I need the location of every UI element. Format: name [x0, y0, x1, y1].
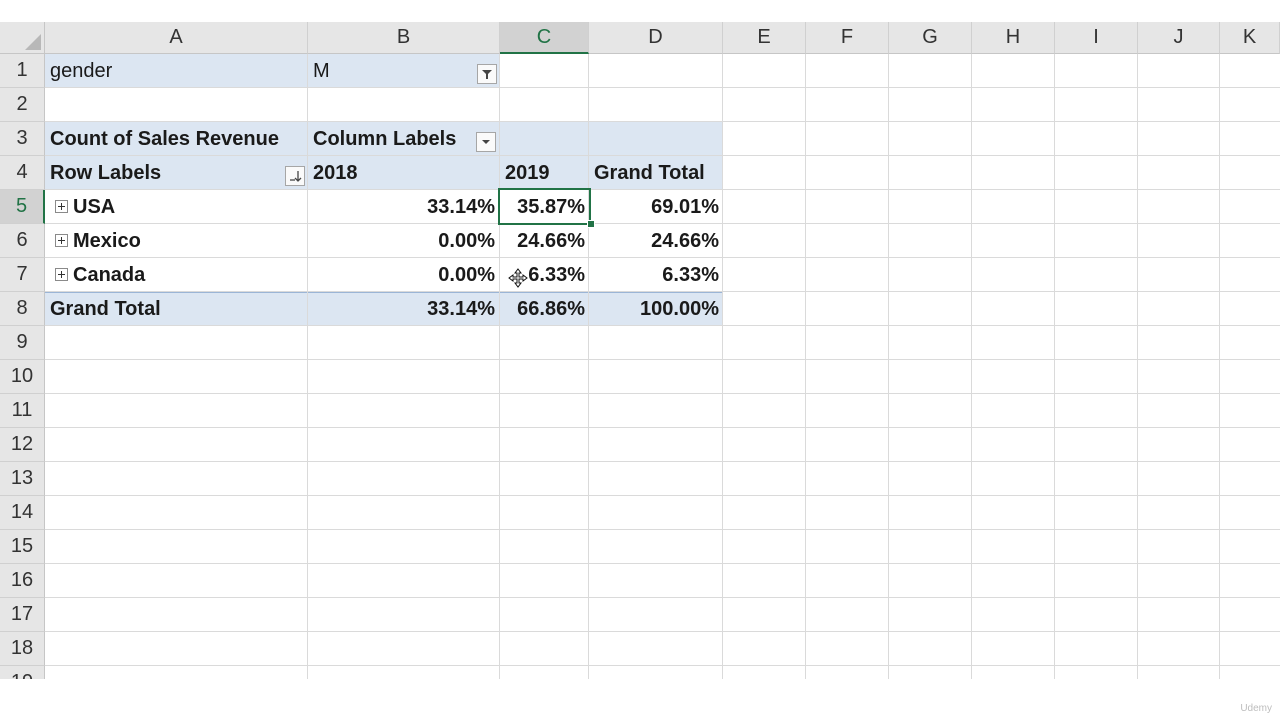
- cell-a6-row-label[interactable]: Mexico: [69, 224, 269, 258]
- cell-a8-grand-total-label[interactable]: Grand Total: [46, 292, 308, 326]
- cell-d6-value[interactable]: 24.66%: [589, 224, 723, 258]
- row-header-3[interactable]: 3: [0, 122, 45, 156]
- cell-d7-value[interactable]: 6.33%: [589, 258, 723, 292]
- row-header-17[interactable]: 17: [0, 598, 45, 632]
- column-header-c[interactable]: C: [500, 22, 589, 54]
- column-header-g[interactable]: G: [889, 22, 972, 54]
- gridline-row: [45, 393, 1280, 394]
- row-header-19[interactable]: 19: [0, 666, 45, 679]
- gridline-col: [722, 54, 723, 679]
- gridline-row: [45, 529, 1280, 530]
- bottom-strip: Udemy: [0, 679, 1280, 720]
- cell-b1-filter-value[interactable]: M: [309, 54, 459, 88]
- expand-plus-icon[interactable]: [55, 268, 68, 281]
- row-header-14[interactable]: 14: [0, 496, 45, 530]
- column-header-e[interactable]: E: [723, 22, 806, 54]
- filter-funnel-icon: [482, 70, 492, 79]
- cell-d4-grand-total-header[interactable]: Grand Total: [590, 156, 723, 190]
- gridline-col: [888, 54, 889, 679]
- column-header-bar: A B C D E F G H I J K: [45, 22, 1280, 54]
- gridline-row: [45, 597, 1280, 598]
- cell-c8-value[interactable]: 66.86%: [500, 292, 589, 326]
- cell-c4-2019-header[interactable]: 2019: [501, 156, 589, 190]
- gridline-col: [805, 54, 806, 679]
- top-strip: [0, 0, 1280, 22]
- report-filter-button[interactable]: [477, 64, 497, 84]
- row-header-2[interactable]: 2: [0, 88, 45, 122]
- select-all-triangle-icon: [25, 34, 41, 50]
- gridline-row: [45, 461, 1280, 462]
- cell-b3-column-labels[interactable]: Column Labels: [309, 122, 479, 156]
- gridline-col: [971, 54, 972, 679]
- row-labels-sort-button[interactable]: [285, 166, 305, 186]
- active-cell-selection: [498, 188, 591, 225]
- row-header-15[interactable]: 15: [0, 530, 45, 564]
- cell-a3-values-label[interactable]: Count of Sales Revenue: [46, 122, 308, 156]
- column-header-i[interactable]: I: [1055, 22, 1138, 54]
- row-header-16[interactable]: 16: [0, 564, 45, 598]
- column-labels-dropdown[interactable]: [476, 132, 496, 152]
- row-header-10[interactable]: 10: [0, 360, 45, 394]
- row-header-4[interactable]: 4: [0, 156, 45, 190]
- cell-area[interactable]: gender M Count of Sales Revenue Column L…: [45, 54, 1280, 679]
- expand-plus-icon[interactable]: [55, 234, 68, 247]
- row-header-8[interactable]: 8: [0, 292, 45, 326]
- expand-plus-icon[interactable]: [55, 200, 68, 213]
- cell-a5-row-label[interactable]: USA: [69, 190, 269, 224]
- cell-c6-value[interactable]: 24.66%: [500, 224, 589, 258]
- cell-a7-row-label[interactable]: Canada: [69, 258, 269, 292]
- column-header-f[interactable]: F: [806, 22, 889, 54]
- cell-d5-value[interactable]: 69.01%: [589, 190, 723, 224]
- row-header-9[interactable]: 9: [0, 326, 45, 360]
- gridline-col: [1219, 54, 1220, 679]
- cell-b5-value[interactable]: 33.14%: [308, 190, 499, 224]
- column-header-j[interactable]: J: [1138, 22, 1220, 54]
- cell-b4-2018-header[interactable]: 2018: [309, 156, 499, 190]
- gridline-row: [45, 427, 1280, 428]
- row-header-18[interactable]: 18: [0, 632, 45, 666]
- gridline-col: [1137, 54, 1138, 679]
- gridline-col: [588, 54, 589, 679]
- fill-handle[interactable]: [587, 220, 595, 228]
- column-header-k[interactable]: K: [1220, 22, 1280, 54]
- gridline-col: [499, 54, 500, 679]
- gridline-col: [1054, 54, 1055, 679]
- cell-a4-row-labels[interactable]: Row Labels: [46, 156, 276, 190]
- watermark-logo: Udemy: [1240, 703, 1272, 714]
- row-header-12[interactable]: 12: [0, 428, 45, 462]
- gridline-row: [45, 359, 1280, 360]
- row-header-13[interactable]: 13: [0, 462, 45, 496]
- column-header-a[interactable]: A: [45, 22, 308, 54]
- row-header-5[interactable]: 5: [0, 190, 45, 224]
- sort-icon: [290, 171, 302, 182]
- cell-b6-value[interactable]: 0.00%: [308, 224, 499, 258]
- row-header-1[interactable]: 1: [0, 54, 45, 88]
- column-header-h[interactable]: H: [972, 22, 1055, 54]
- cell-d8-value[interactable]: 100.00%: [589, 292, 723, 326]
- select-all-button[interactable]: [0, 22, 45, 54]
- dropdown-arrow-icon: [482, 140, 490, 144]
- spreadsheet-grid[interactable]: A B C D E F G H I J K 1 2 3 4 5 6 7 8 9 …: [0, 22, 1280, 679]
- row-header-7[interactable]: 7: [0, 258, 45, 292]
- gridline-row: [45, 563, 1280, 564]
- gridline-row: [45, 495, 1280, 496]
- row-header-11[interactable]: 11: [0, 394, 45, 428]
- row-header-6[interactable]: 6: [0, 224, 45, 258]
- move-cursor-icon: [508, 268, 528, 288]
- gridline-row: [45, 631, 1280, 632]
- cell-a1-filter-field[interactable]: gender: [46, 54, 308, 88]
- column-header-d[interactable]: D: [589, 22, 723, 54]
- column-header-b[interactable]: B: [308, 22, 500, 54]
- gridline-row: [45, 665, 1280, 666]
- cell-b8-value[interactable]: 33.14%: [308, 292, 499, 326]
- cell-b7-value[interactable]: 0.00%: [308, 258, 499, 292]
